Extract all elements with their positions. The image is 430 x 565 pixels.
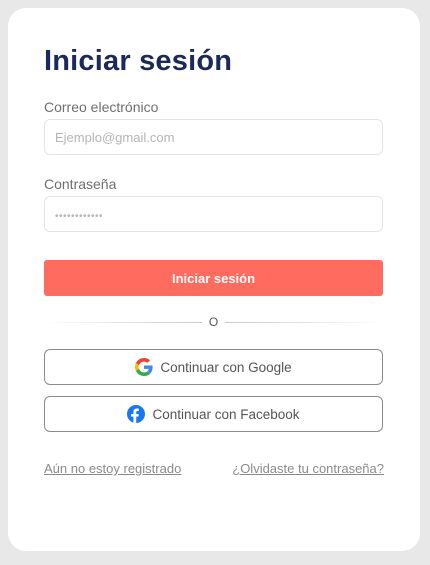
login-button[interactable]: Iniciar sesión (44, 260, 383, 296)
password-field[interactable] (44, 196, 383, 232)
email-field[interactable] (44, 119, 383, 155)
forgot-password-link[interactable]: ¿Olvidaste tu contraseña? (232, 461, 384, 476)
page-title: Iniciar sesión (44, 45, 233, 77)
password-label: Contraseña (44, 176, 117, 192)
facebook-login-button[interactable]: Continuar con Facebook (44, 396, 383, 432)
divider-line-right (225, 322, 383, 323)
or-divider: O (44, 314, 383, 330)
google-login-button[interactable]: Continuar con Google (44, 349, 383, 385)
facebook-button-label: Continuar con Facebook (152, 406, 300, 422)
email-label: Correo electrónico (44, 99, 159, 115)
login-card: Iniciar sesión Correo electrónico Contra… (8, 8, 420, 551)
register-link[interactable]: Aún no estoy registrado (44, 461, 181, 476)
facebook-logo-icon (127, 405, 146, 423)
google-logo-icon (135, 358, 153, 376)
google-button-label: Continuar con Google (160, 359, 292, 375)
